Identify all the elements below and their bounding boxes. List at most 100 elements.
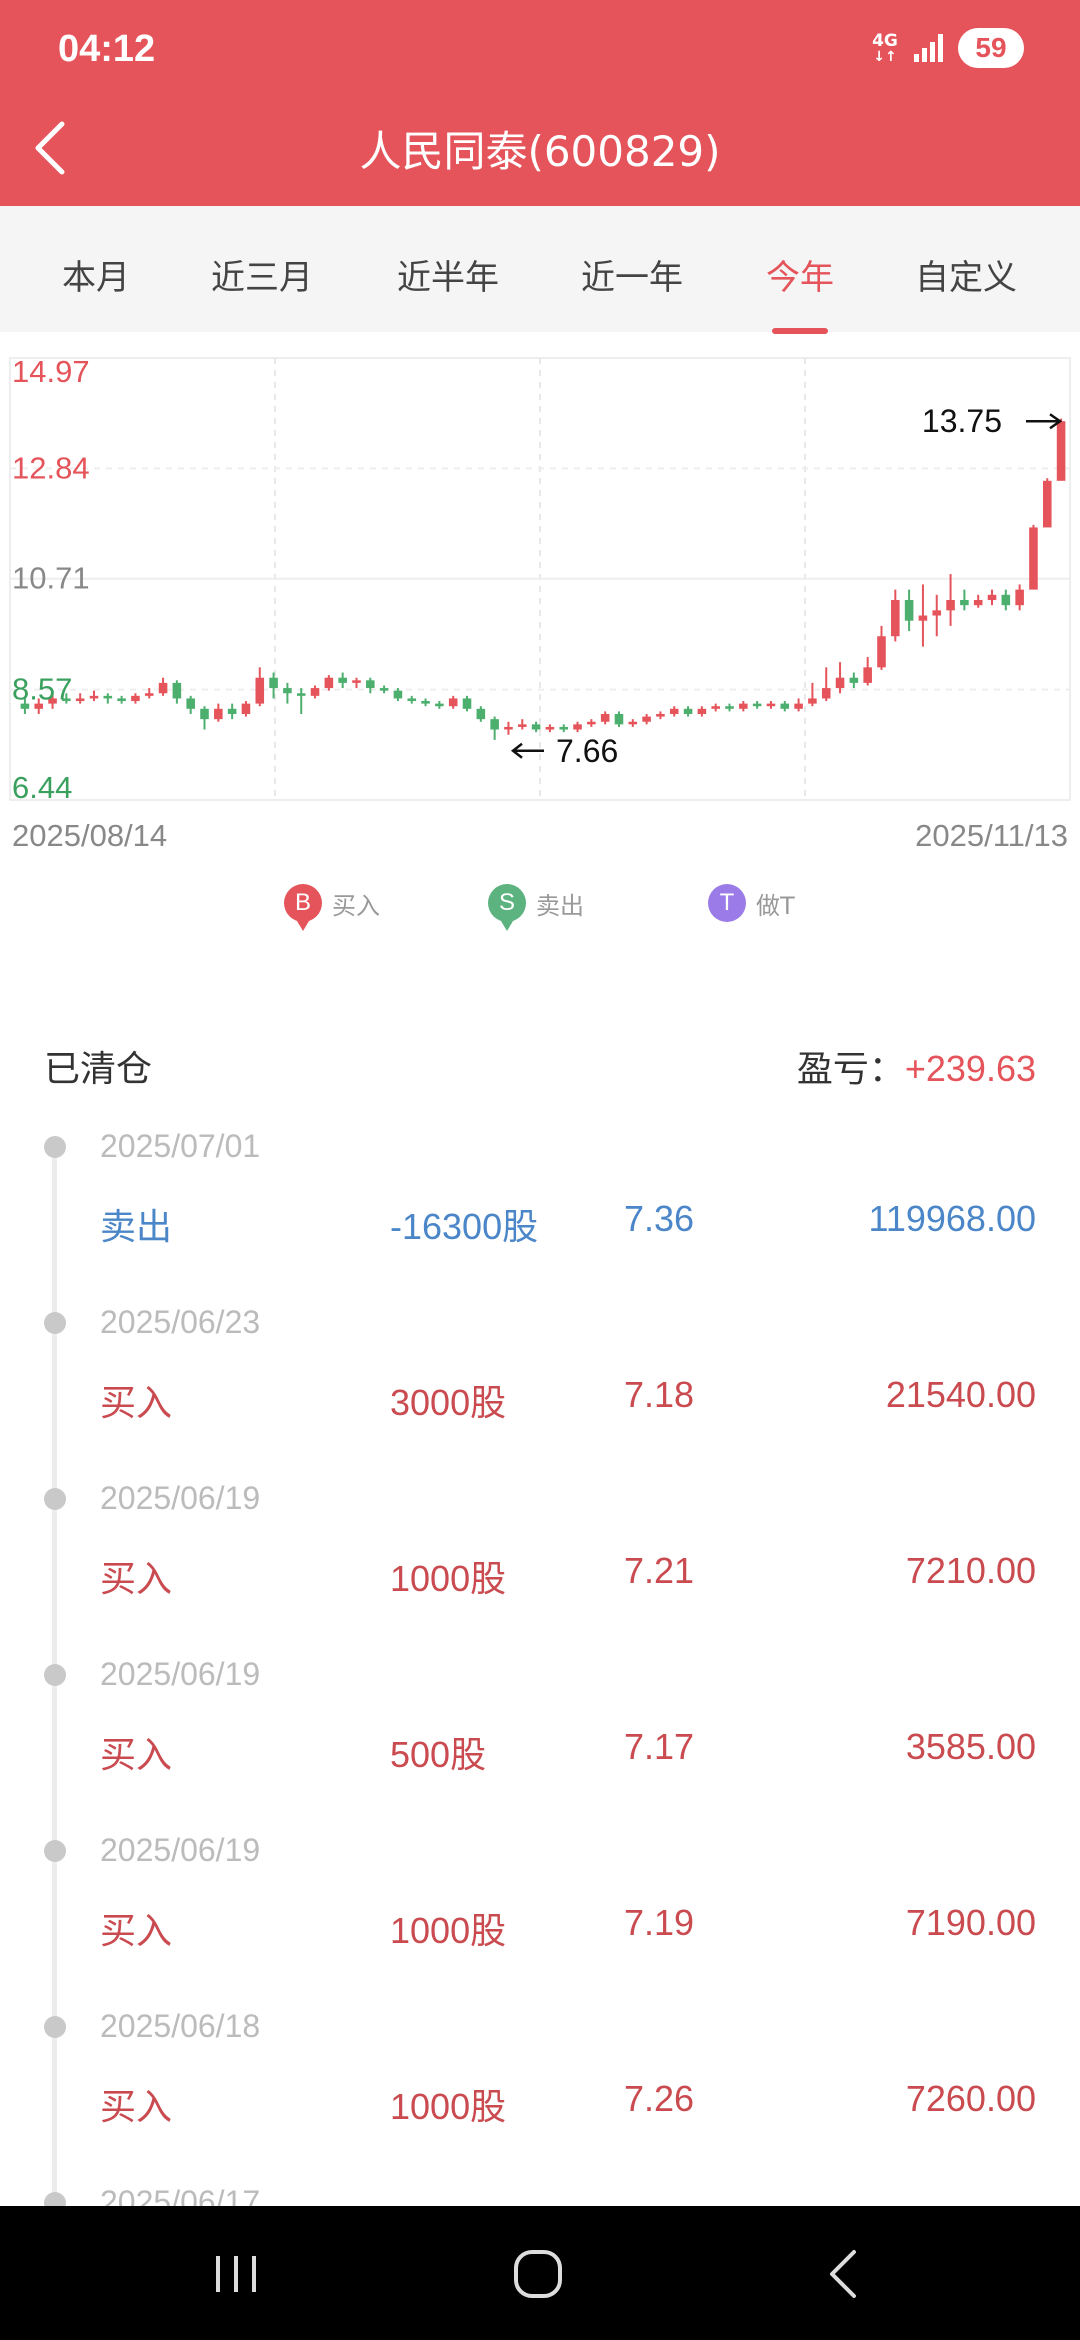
t-trade-marker-icon: T xyxy=(708,884,746,922)
candle-body xyxy=(407,698,417,702)
profit-loss-label: 盈亏： xyxy=(796,1049,905,1090)
network-4g-icon: 4G ↓↑ xyxy=(870,32,900,64)
transaction-type: 买入 xyxy=(100,1558,173,1599)
transaction-shares: 500股 xyxy=(390,1734,487,1775)
candle-body xyxy=(739,703,748,709)
candle-body xyxy=(1056,421,1066,481)
transaction-item[interactable]: 2025/07/01 卖出 -16300股 7.36 119968.00 xyxy=(0,1120,1080,1296)
candle-body xyxy=(697,708,707,714)
transaction-price: 7.26 xyxy=(624,2078,695,2119)
candle-body xyxy=(1015,589,1024,606)
candle-body xyxy=(808,698,817,704)
transaction-item[interactable]: 2025/06/17 xyxy=(0,2176,1080,2206)
transaction-amount: 7260.00 xyxy=(905,2078,1036,2119)
buy-marker-icon: B xyxy=(284,884,322,931)
candle-body xyxy=(117,698,126,702)
candle-body xyxy=(338,677,347,683)
transaction-date: 2025/06/23 xyxy=(100,1304,261,1340)
candle-body xyxy=(669,708,679,714)
tab-three-months[interactable]: 近三月 xyxy=(211,250,313,299)
candle-body xyxy=(227,708,237,714)
legend-buy-label: 买入 xyxy=(332,891,380,920)
transaction-type: 买入 xyxy=(100,1382,173,1423)
candle-body xyxy=(559,726,569,730)
transaction-date: 2025/06/19 xyxy=(100,1832,261,1868)
candle-body xyxy=(393,690,403,699)
candle-body xyxy=(255,677,265,704)
timeline-dot xyxy=(44,2016,66,2038)
system-back-button[interactable] xyxy=(812,2242,876,2306)
candle-body xyxy=(849,677,859,683)
candle-body xyxy=(614,713,624,725)
transaction-item[interactable]: 2025/06/23 买入 3000股 7.18 21540.00 xyxy=(0,1296,1080,1472)
transaction-date: 2025/07/01 xyxy=(100,1128,261,1164)
position-summary: 已清仓 盈亏：+239.63 xyxy=(44,1040,1036,1090)
candle-body xyxy=(296,693,306,696)
candle-body xyxy=(891,599,900,637)
price-chart[interactable]: 14.97 12.84 10.71 8.57 6.44 13.75 7.66 2025/08… xyxy=(0,332,1080,872)
profit-loss-value: +239.63 xyxy=(904,1048,1036,1089)
candle-body xyxy=(656,713,665,717)
tab-this-year[interactable]: 今年 xyxy=(766,250,834,299)
candle-body xyxy=(504,726,513,730)
transaction-price: 7.19 xyxy=(624,1902,695,1943)
transaction-shares: 1000股 xyxy=(390,1558,507,1599)
page-title: 人民同泰(600829) xyxy=(359,127,721,176)
candle-body xyxy=(324,677,334,689)
candle-body xyxy=(863,667,872,683)
candle-body xyxy=(214,708,223,720)
timeline-dot xyxy=(44,1488,66,1510)
candle-body xyxy=(448,698,458,707)
transaction-item[interactable]: 2025/06/19 买入 1000股 7.21 7210.00 xyxy=(0,1472,1080,1648)
candle-body xyxy=(628,721,638,725)
candle-body xyxy=(310,688,320,696)
battery-icon: 59 xyxy=(958,28,1024,68)
candle-body xyxy=(877,636,886,668)
tab-custom[interactable]: 自定义 xyxy=(915,250,1017,299)
y-tick-label: 14.97 xyxy=(12,354,90,389)
candle-body xyxy=(683,708,693,714)
candle-body xyxy=(725,706,734,709)
y-tick-label: 12.84 xyxy=(12,450,90,485)
recent-apps-button[interactable] xyxy=(204,2242,268,2306)
candle-body xyxy=(587,721,596,725)
high-price-annotation: 13.75 xyxy=(922,403,1002,439)
candle-body xyxy=(421,701,430,704)
candle-body xyxy=(283,688,292,694)
transaction-shares: 3000股 xyxy=(390,1382,507,1423)
transaction-type: 买入 xyxy=(100,1734,173,1775)
transaction-item[interactable]: 2025/06/19 买入 500股 7.17 3585.00 xyxy=(0,1648,1080,1824)
candle-body xyxy=(835,677,845,689)
tab-this-month[interactable]: 本月 xyxy=(62,250,130,299)
candle-body xyxy=(75,698,85,702)
candle-body xyxy=(241,703,251,714)
tab-one-year[interactable]: 近一年 xyxy=(581,250,683,299)
timeline-dot xyxy=(44,1312,66,1334)
transaction-date: 2025/06/19 xyxy=(100,1656,261,1692)
candle-body xyxy=(821,688,831,699)
transaction-type: 买入 xyxy=(100,2086,173,2127)
candle-body xyxy=(545,726,555,730)
tab-half-year[interactable]: 近半年 xyxy=(397,250,499,299)
candle-body xyxy=(531,724,541,730)
candle-body xyxy=(752,703,762,707)
transaction-amount: 7210.00 xyxy=(905,1550,1036,1591)
transaction-item[interactable]: 2025/06/18 买入 1000股 7.26 7260.00 xyxy=(0,2000,1080,2176)
back-arrow-icon xyxy=(830,2250,856,2298)
candle-body xyxy=(144,693,154,696)
candle-body xyxy=(946,599,955,611)
candle-body xyxy=(103,695,113,699)
transaction-type: 卖出 xyxy=(100,1206,173,1247)
candle-body xyxy=(158,682,168,694)
position-status: 已清仓 xyxy=(44,1049,153,1090)
transaction-item[interactable]: 2025/06/19 买入 1000股 7.19 7190.00 xyxy=(0,1824,1080,2000)
candle-body xyxy=(766,703,776,707)
chart-legend: B 买入 S 卖出 T 做T xyxy=(0,884,1080,934)
timeline-dot xyxy=(44,1840,66,1862)
transaction-shares: 1000股 xyxy=(390,2086,507,2127)
transaction-type: 买入 xyxy=(100,1910,173,1951)
x-label-end: 2025/11/13 xyxy=(915,818,1068,853)
candle-body xyxy=(904,599,914,621)
home-button[interactable] xyxy=(508,2242,572,2306)
legend-sell: S 卖出 xyxy=(488,884,584,931)
